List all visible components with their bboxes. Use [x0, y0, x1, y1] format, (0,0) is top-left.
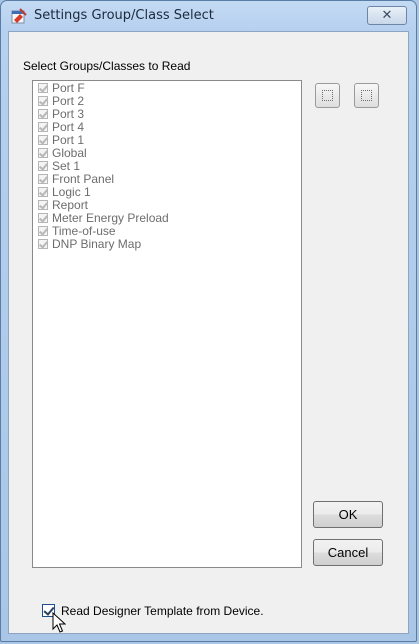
- close-button[interactable]: ✕: [367, 6, 407, 25]
- item-label: Set 1: [52, 159, 81, 173]
- item-label: Time-of-use: [52, 224, 116, 238]
- item-checkbox[interactable]: [38, 83, 48, 93]
- item-label: Port 4: [52, 120, 85, 134]
- item-label: Global: [52, 146, 87, 160]
- item-label: DNP Binary Map: [52, 237, 142, 251]
- select-none-button[interactable]: [354, 83, 379, 108]
- select-all-icon: [322, 90, 333, 101]
- item-checkbox[interactable]: [38, 200, 48, 210]
- item-checkbox[interactable]: [38, 174, 48, 184]
- item-checkbox[interactable]: [38, 96, 48, 106]
- item-label: Front Panel: [52, 172, 115, 186]
- item-checkbox[interactable]: [38, 148, 48, 158]
- groups-checklist[interactable]: Port F Port 2 Port 3 Port 4 Port 1 Global Set …: [32, 80, 302, 568]
- item-checkbox[interactable]: [38, 239, 48, 249]
- item-label: Report: [52, 198, 89, 212]
- item-checkbox[interactable]: [38, 187, 48, 197]
- window-title: Settings Group/Class Select: [34, 8, 214, 23]
- settings-app-icon: [11, 8, 27, 24]
- item-label: Port F: [52, 81, 85, 95]
- item-label: Port 2: [52, 94, 85, 108]
- item-checkbox[interactable]: [38, 213, 48, 223]
- item-checkbox[interactable]: [38, 161, 48, 171]
- item-checkbox[interactable]: [38, 109, 48, 119]
- item-label: Port 3: [52, 107, 85, 121]
- list-label: Select Groups/Classes to Read: [23, 59, 191, 73]
- item-checkbox[interactable]: [38, 135, 48, 145]
- select-none-icon: [361, 90, 372, 101]
- title-bar[interactable]: Settings Group/Class Select ✕: [1, 1, 416, 31]
- item-checkbox[interactable]: [38, 226, 48, 236]
- ok-button[interactable]: OK: [313, 501, 383, 528]
- item-checkbox[interactable]: [38, 122, 48, 132]
- mouse-cursor-icon: [52, 612, 66, 633]
- item-label: Port 1: [52, 133, 85, 147]
- cancel-button[interactable]: Cancel: [313, 539, 383, 566]
- close-icon: ✕: [381, 7, 393, 22]
- item-label: Logic 1: [52, 185, 91, 199]
- item-label: Meter Energy Preload: [52, 211, 169, 225]
- list-item[interactable]: DNP Binary Map: [33, 238, 301, 251]
- select-all-button[interactable]: [315, 83, 340, 108]
- read-template-label: Read Designer Template from Device.: [61, 604, 264, 618]
